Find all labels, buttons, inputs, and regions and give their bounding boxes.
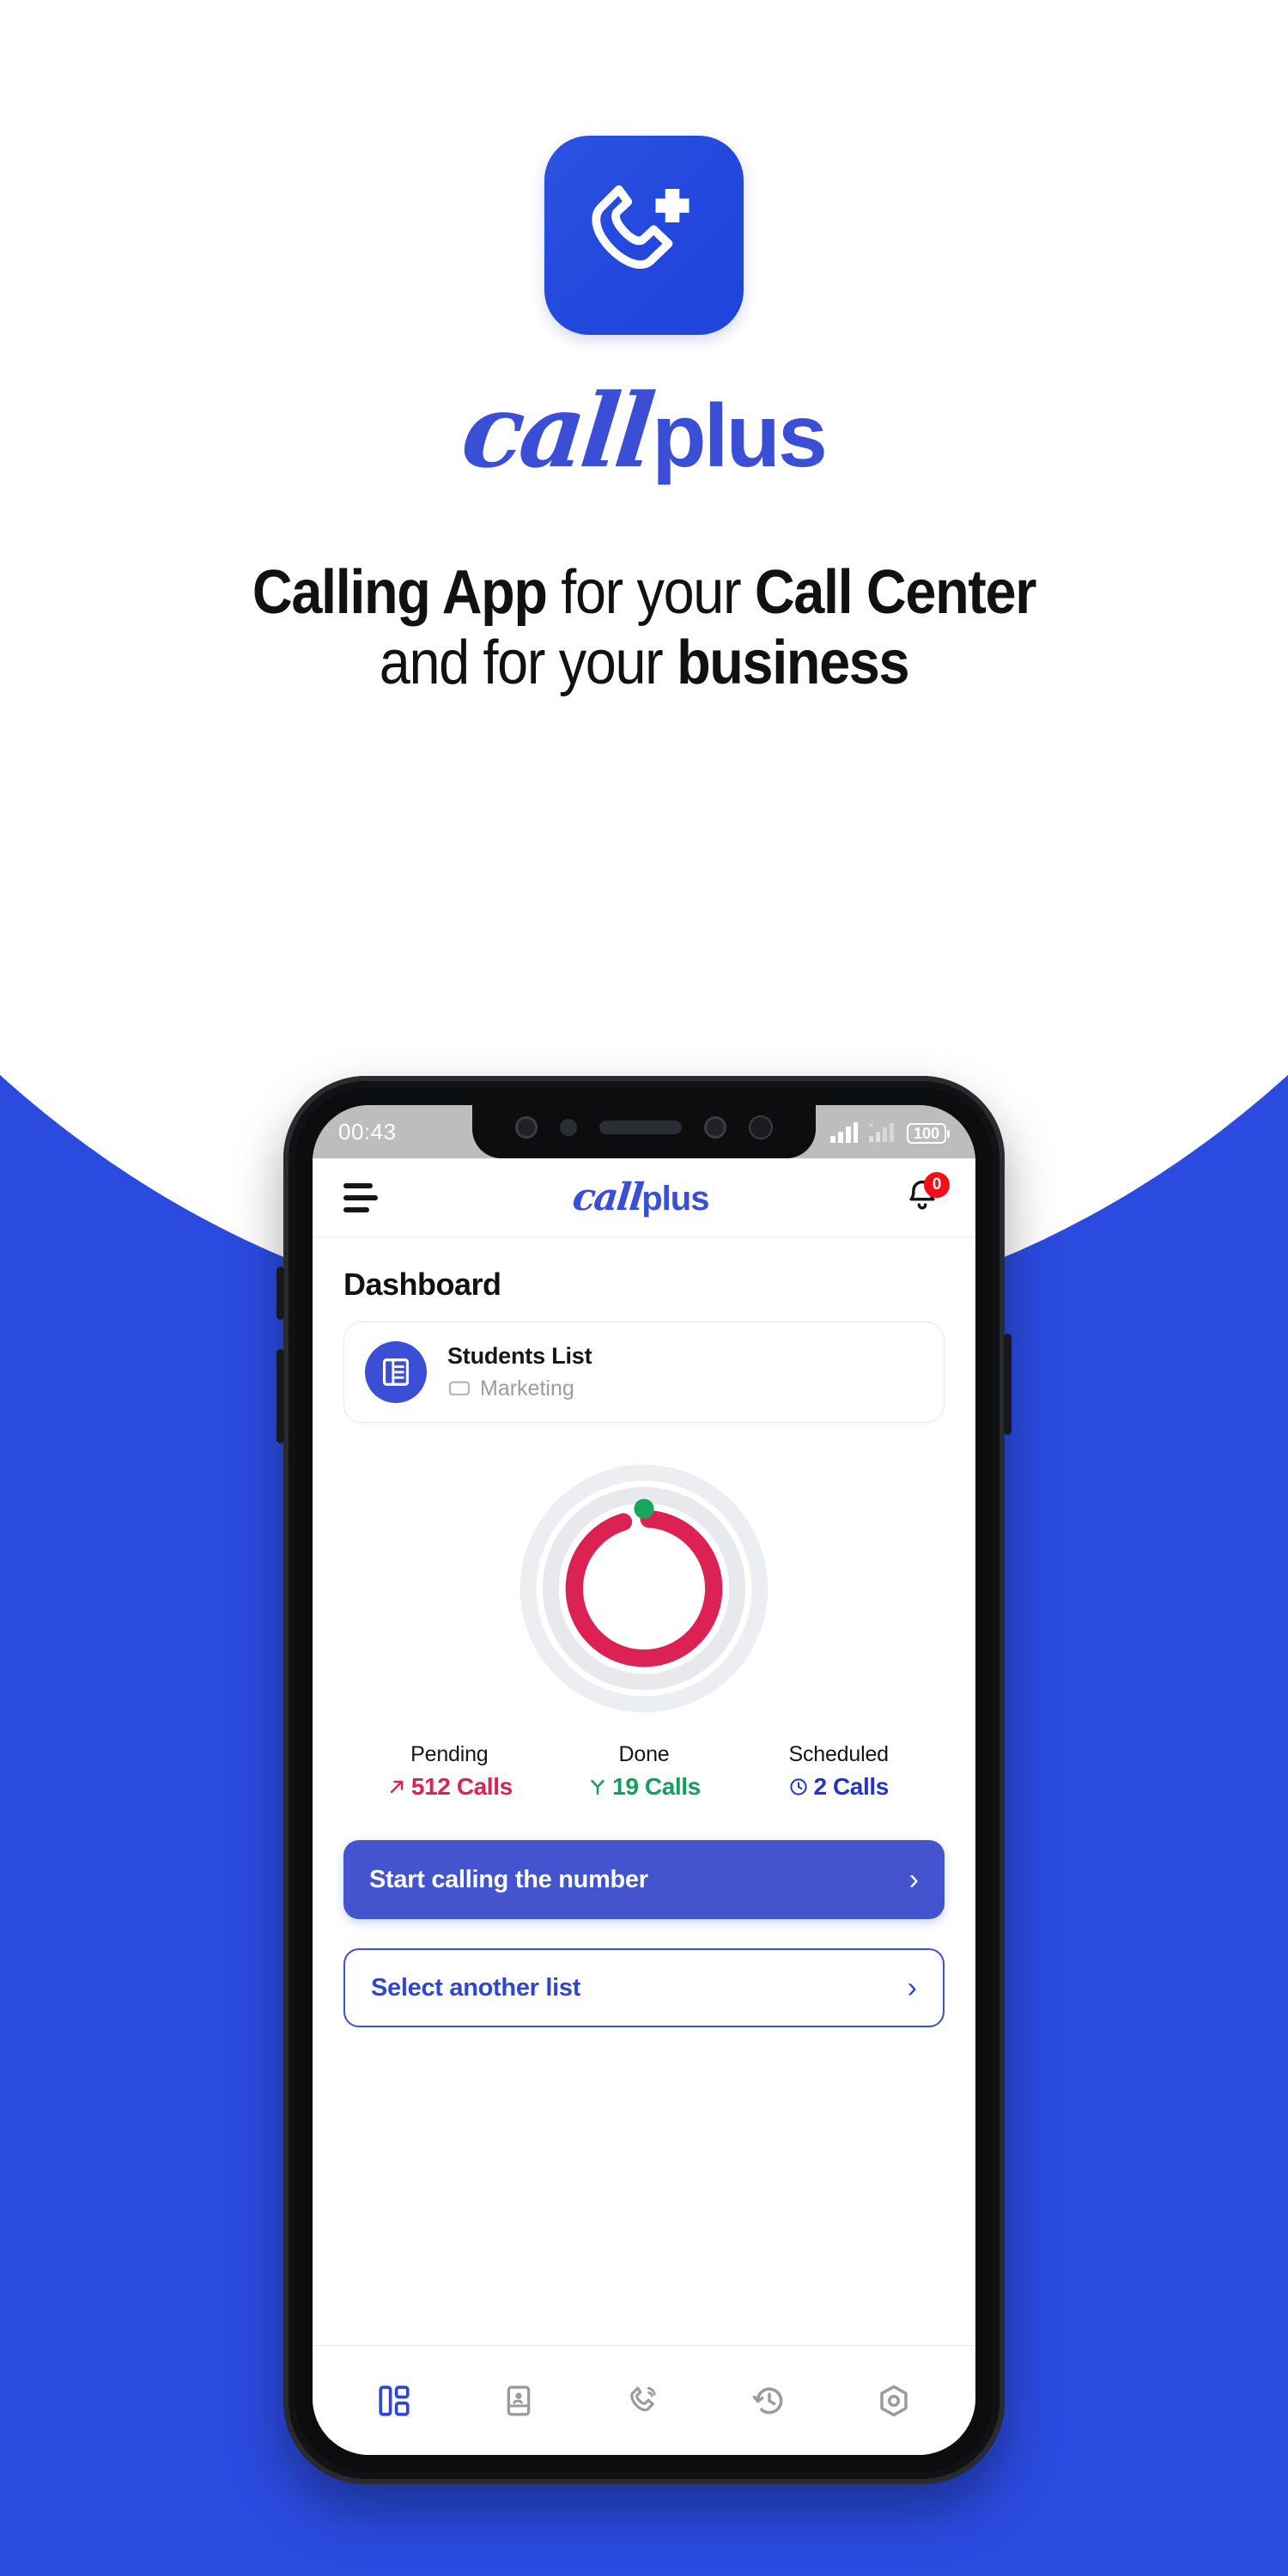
dashboard-content: Dashboard Students List Marketing Pendin… (313, 1267, 975, 2027)
call-stats-row: Pending 512 Calls Done 19 Calls Schedule… (343, 1742, 945, 1801)
proximity-sensor-icon (560, 1119, 577, 1136)
stat-done-value-row: 19 Calls (547, 1773, 742, 1801)
status-bar-indicators: × 100 (829, 1120, 950, 1144)
chevron-right-icon: › (908, 1863, 919, 1896)
call-nav-icon[interactable] (614, 2371, 674, 2431)
branch-split-icon (591, 1779, 605, 1795)
select-another-list-button[interactable]: Select another list › (343, 1948, 945, 2027)
notification-badge: 0 (924, 1171, 950, 1198)
app-header: call plus 0 (313, 1158, 975, 1237)
svg-text:×: × (868, 1121, 873, 1131)
chevron-right-icon: › (907, 1971, 917, 2004)
hero-headline: Calling App for your Call Center and for… (95, 557, 1193, 698)
arrow-up-right-icon (390, 1780, 404, 1794)
hamburger-menu-icon[interactable] (343, 1182, 378, 1212)
settings-nav-icon[interactable] (864, 2371, 924, 2431)
phone-plus-icon (544, 136, 744, 335)
signal-bars-icon (829, 1122, 858, 1143)
phone-mockup: 00:43 × 100 call plus 0 Dashboard Studen… (276, 1076, 1012, 2484)
stat-pending-label: Pending (410, 1742, 489, 1766)
hero-section: call plus Calling App for your Call Cente… (0, 0, 1288, 698)
stat-pending: Pending 512 Calls (352, 1742, 547, 1801)
history-nav-icon[interactable] (739, 2371, 799, 2431)
stat-scheduled-label: Scheduled (788, 1742, 890, 1766)
app-header-logo: call plus (569, 1176, 710, 1219)
brand-logo: call plus (0, 371, 1288, 490)
status-bar: 00:43 × 100 (313, 1105, 975, 1158)
list-table-icon (365, 1341, 427, 1403)
headline-plain-2: and for your (379, 629, 677, 698)
stat-scheduled: Scheduled 2 Calls (741, 1742, 936, 1801)
selected-list-card[interactable]: Students List Marketing (343, 1321, 945, 1423)
headline-bold-3: business (677, 629, 909, 698)
light-sensor-icon (749, 1115, 773, 1139)
dashboard-nav-icon[interactable] (364, 2371, 424, 2431)
start-calling-button[interactable]: Start calling the number › (343, 1840, 945, 1919)
volume-up-button[interactable] (276, 1267, 284, 1320)
stat-done-value: 19 Calls (612, 1773, 701, 1800)
phone-notch (472, 1105, 816, 1158)
phone-screen: 00:43 × 100 call plus 0 Dashboard Studen… (313, 1105, 975, 2455)
earpiece-speaker (599, 1121, 682, 1134)
app-logo-call: call (569, 1176, 644, 1219)
bottom-navigation-bar (313, 2345, 975, 2455)
select-another-list-label: Select another list (371, 1973, 581, 2002)
status-bar-time: 00:43 (338, 1118, 397, 1145)
stat-pending-value-row: 512 Calls (352, 1773, 547, 1801)
screen-icon (448, 1381, 471, 1395)
stat-done-label: Done (618, 1742, 670, 1766)
stat-pending-value: 512 Calls (410, 1773, 513, 1800)
battery-level-text: 100 (913, 1125, 939, 1142)
donut-chart-svg (519, 1464, 769, 1713)
start-calling-label: Start calling the number (369, 1865, 648, 1893)
secondary-camera-icon (704, 1116, 726, 1139)
power-button[interactable] (1004, 1334, 1012, 1435)
front-camera-icon (515, 1116, 538, 1139)
notification-bell-button[interactable]: 0 (903, 1171, 950, 1218)
stat-scheduled-value: 2 Calls (813, 1773, 889, 1800)
clock-icon (790, 1778, 808, 1795)
brand-logo-call: call (456, 371, 657, 490)
page-title: Dashboard (343, 1267, 501, 1302)
app-logo-plus: plus (641, 1180, 709, 1218)
headline-bold-1: Calling App (252, 558, 548, 627)
battery-icon: 100 (906, 1123, 950, 1144)
volume-down-button[interactable] (276, 1349, 284, 1443)
contacts-nav-icon[interactable] (489, 2371, 549, 2431)
stat-done: Done 19 Calls (547, 1742, 742, 1801)
stat-scheduled-value-row: 2 Calls (741, 1773, 936, 1801)
list-card-title: Students List (447, 1343, 592, 1369)
no-sim-signal-icon: × (868, 1121, 894, 1142)
calls-donut-chart (343, 1464, 945, 1713)
list-card-tag: Marketing (480, 1376, 574, 1400)
app-icon-container (0, 136, 1288, 335)
list-card-subtitle: Marketing (447, 1376, 592, 1401)
brand-logo-plus: plus (652, 386, 828, 486)
headline-plain-1: for your (546, 558, 755, 627)
headline-bold-2: Call Center (754, 558, 1037, 627)
